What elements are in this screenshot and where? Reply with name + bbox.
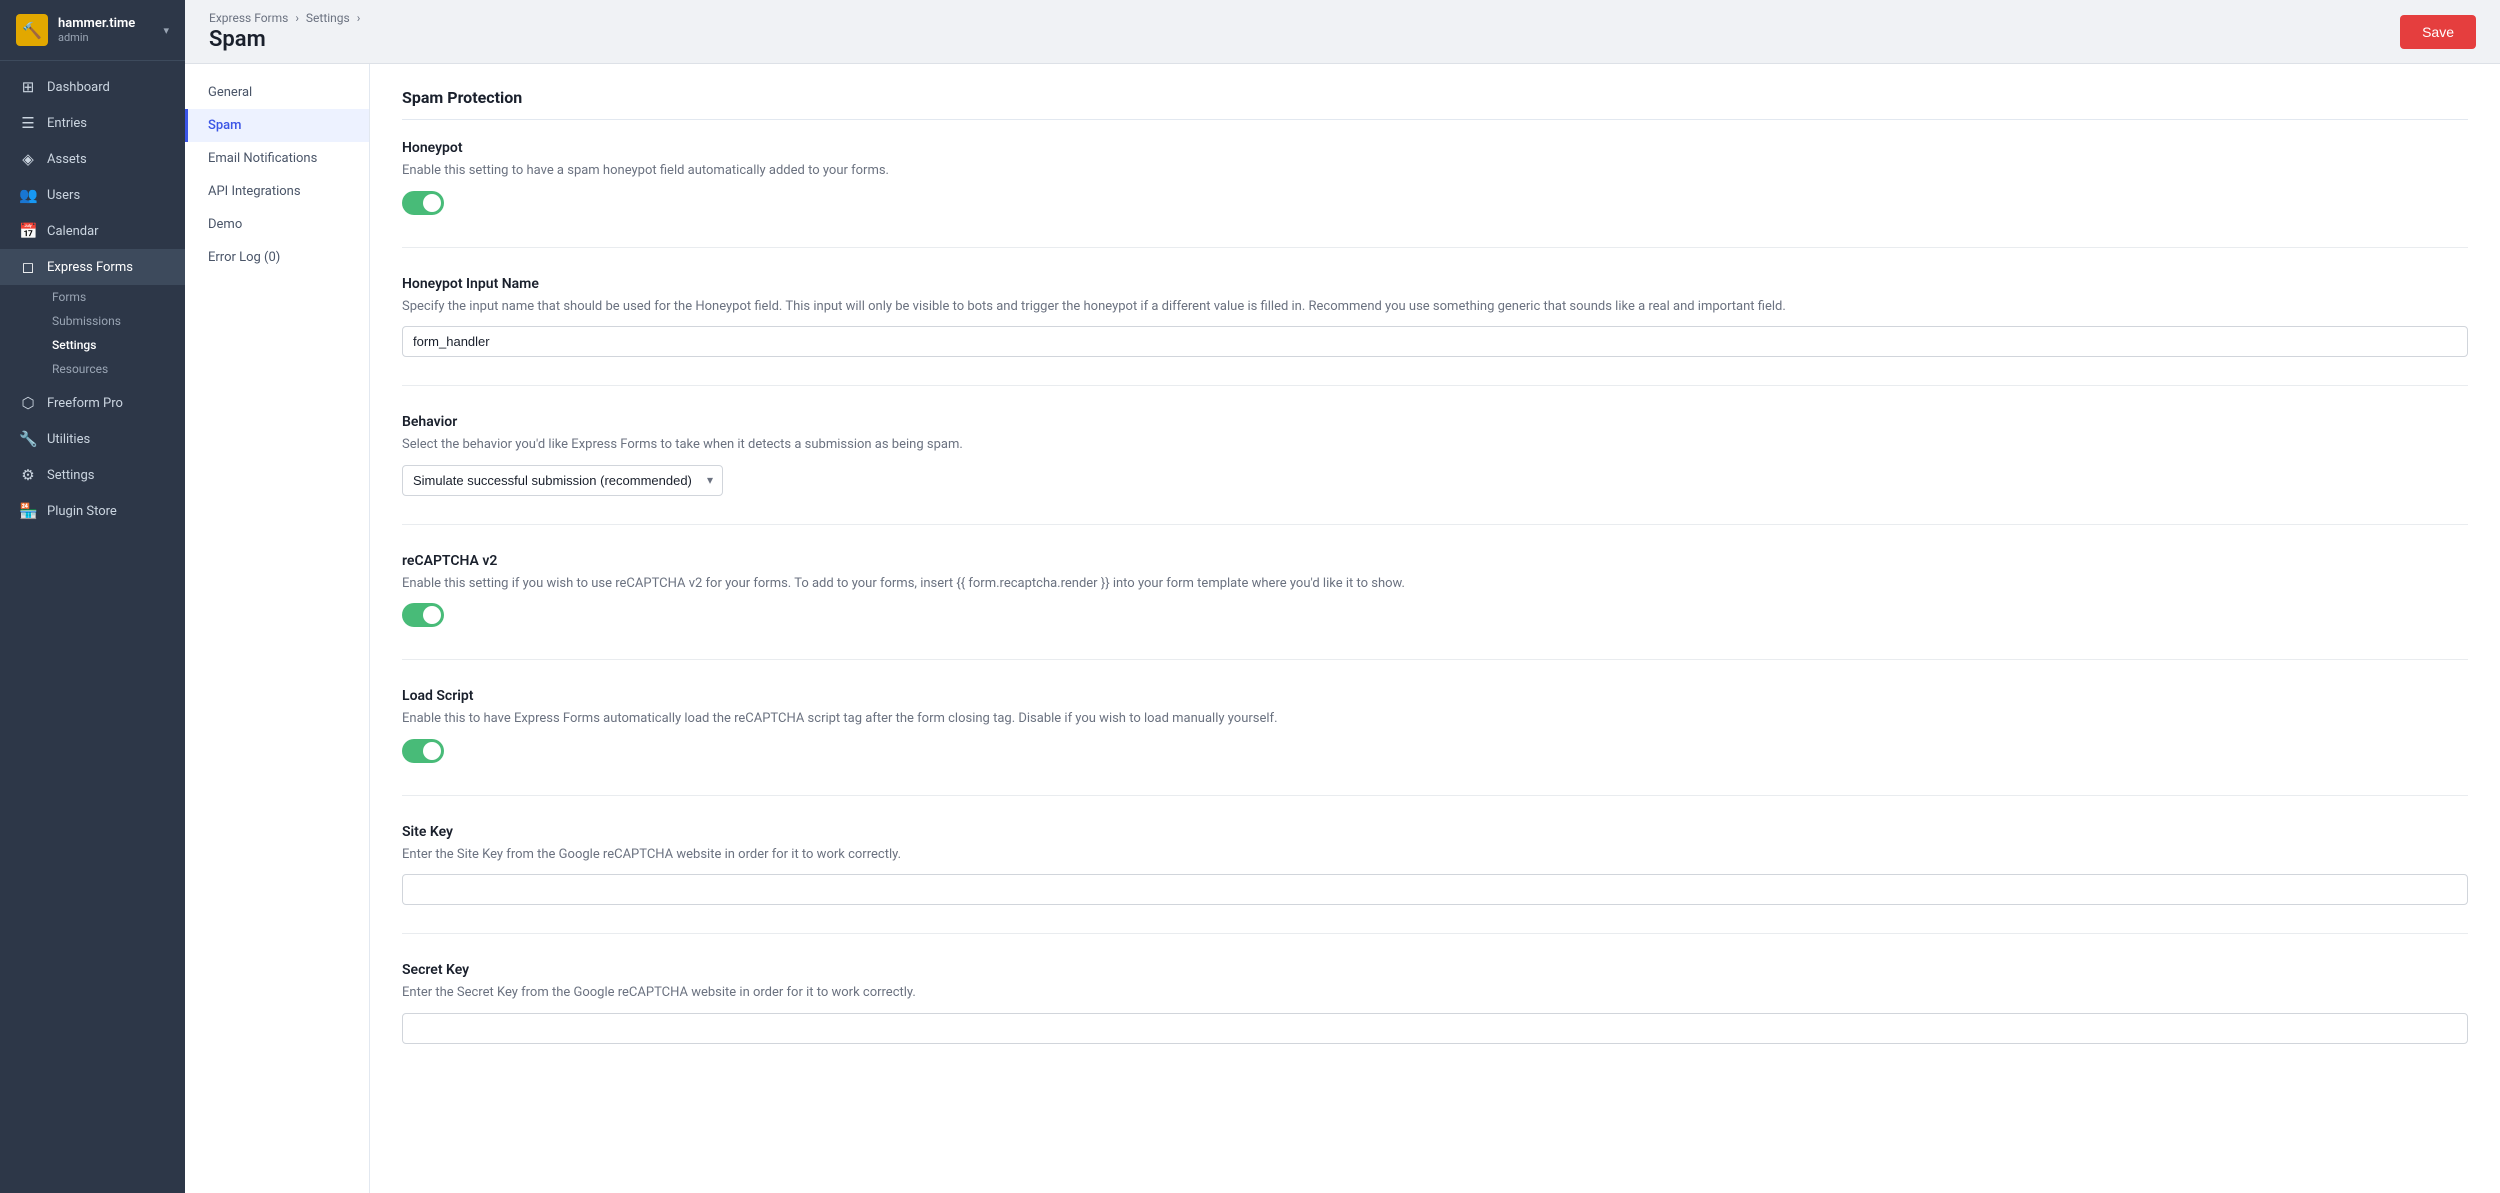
sidebar-item-express-forms[interactable]: ◻ Express Forms	[0, 249, 185, 285]
settings-panel: Spam Protection Honeypot Enable this set…	[370, 64, 2500, 1193]
sub-nav-demo[interactable]: Demo	[185, 208, 369, 241]
sidebar-item-label: Plugin Store	[47, 504, 117, 519]
sidebar-item-label: Utilities	[47, 432, 90, 447]
sub-nav-general[interactable]: General	[185, 76, 369, 109]
entries-icon: ☰	[19, 114, 37, 132]
subnav-item-forms[interactable]: Forms	[44, 285, 185, 309]
recaptcha-label: reCAPTCHA v2	[402, 553, 2468, 569]
site-key-label: Site Key	[402, 824, 2468, 840]
honeypot-input-name-desc: Specify the input name that should be us…	[402, 297, 2468, 317]
sidebar-item-utilities[interactable]: 🔧 Utilities	[0, 421, 185, 457]
site-key-field[interactable]	[402, 874, 2468, 905]
recaptcha-desc: Enable this setting if you wish to use r…	[402, 574, 2468, 594]
express-forms-icon: ◻	[19, 258, 37, 276]
main-area: Express Forms › Settings › Spam Save Gen…	[185, 0, 2500, 1193]
recaptcha-slider	[402, 603, 444, 627]
sidebar-item-label: Users	[47, 188, 80, 203]
secret-key-label: Secret Key	[402, 962, 2468, 978]
recaptcha-toggle[interactable]	[402, 603, 444, 627]
sub-nav-error-log[interactable]: Error Log (0)	[185, 241, 369, 274]
settings-icon: ⚙	[19, 466, 37, 484]
sidebar-item-label: Settings	[47, 468, 94, 483]
sidebar-item-freeform-pro[interactable]: ⬡ Freeform Pro	[0, 385, 185, 421]
brand-chevron-icon: ▾	[163, 24, 169, 37]
load-script-desc: Enable this to have Express Forms automa…	[402, 709, 2468, 729]
subnav-item-resources[interactable]: Resources	[44, 357, 185, 381]
sub-sidebar: General Spam Email Notifications API Int…	[185, 64, 370, 1193]
sub-nav-spam[interactable]: Spam	[185, 109, 369, 142]
load-script-group: Load Script Enable this to have Express …	[402, 688, 2468, 796]
sidebar-item-entries[interactable]: ☰ Entries	[0, 105, 185, 141]
sidebar-item-assets[interactable]: ◈ Assets	[0, 141, 185, 177]
sidebar-item-label: Express Forms	[47, 260, 133, 275]
honeypot-label: Honeypot	[402, 140, 2468, 156]
sidebar-item-calendar[interactable]: 📅 Calendar	[0, 213, 185, 249]
honeypot-group: Honeypot Enable this setting to have a s…	[402, 140, 2468, 248]
users-icon: 👥	[19, 186, 37, 204]
honeypot-toggle[interactable]	[402, 191, 444, 215]
sidebar-item-dashboard[interactable]: ⊞ Dashboard	[0, 69, 185, 105]
sidebar-item-label: Calendar	[47, 224, 99, 239]
brand-logo: 🔨	[16, 14, 48, 46]
main-nav: ⊞ Dashboard ☰ Entries ◈ Assets 👥 Users 📅…	[0, 61, 185, 1193]
subnav-item-settings[interactable]: Settings	[44, 333, 185, 357]
plugin-store-icon: 🏪	[19, 502, 37, 520]
content-area: General Spam Email Notifications API Int…	[185, 64, 2500, 1193]
sidebar-item-settings[interactable]: ⚙ Settings	[0, 457, 185, 493]
breadcrumb-express-forms[interactable]: Express Forms	[209, 11, 288, 25]
assets-icon: ◈	[19, 150, 37, 168]
topbar: Express Forms › Settings › Spam Save	[185, 0, 2500, 64]
save-button[interactable]: Save	[2400, 15, 2476, 49]
load-script-label: Load Script	[402, 688, 2468, 704]
site-key-desc: Enter the Site Key from the Google reCAP…	[402, 845, 2468, 865]
honeypot-input-name-field[interactable]	[402, 326, 2468, 357]
secret-key-field[interactable]	[402, 1013, 2468, 1044]
behavior-select-wrapper: Simulate successful submission (recommen…	[402, 465, 723, 496]
dashboard-icon: ⊞	[19, 78, 37, 96]
freeform-icon: ⬡	[19, 394, 37, 412]
sidebar-item-label: Dashboard	[47, 80, 110, 95]
breadcrumb-separator2: ›	[357, 11, 361, 25]
behavior-label: Behavior	[402, 414, 2468, 430]
sub-nav-api-integrations[interactable]: API Integrations	[185, 175, 369, 208]
recaptcha-group: reCAPTCHA v2 Enable this setting if you …	[402, 553, 2468, 661]
sidebar-item-label: Assets	[47, 152, 87, 167]
brand-sub: admin	[58, 31, 135, 44]
section-title: Spam Protection	[402, 88, 2468, 120]
sidebar: 🔨 hammer.time admin ▾ ⊞ Dashboard ☰ Entr…	[0, 0, 185, 1193]
site-key-group: Site Key Enter the Site Key from the Goo…	[402, 824, 2468, 935]
page-title: Spam	[209, 27, 364, 52]
behavior-desc: Select the behavior you'd like Express F…	[402, 435, 2468, 455]
calendar-icon: 📅	[19, 222, 37, 240]
load-script-toggle[interactable]	[402, 739, 444, 763]
behavior-group: Behavior Select the behavior you'd like …	[402, 414, 2468, 525]
behavior-select[interactable]: Simulate successful submission (recommen…	[402, 465, 723, 496]
brand-header[interactable]: 🔨 hammer.time admin ▾	[0, 0, 185, 61]
secret-key-desc: Enter the Secret Key from the Google reC…	[402, 983, 2468, 1003]
honeypot-slider	[402, 191, 444, 215]
brand-name: hammer.time	[58, 16, 135, 31]
breadcrumb-separator: ›	[295, 11, 302, 25]
breadcrumb-settings[interactable]: Settings	[306, 11, 350, 25]
breadcrumb: Express Forms › Settings ›	[209, 11, 364, 25]
secret-key-group: Secret Key Enter the Secret Key from the…	[402, 962, 2468, 1072]
subnav-item-submissions[interactable]: Submissions	[44, 309, 185, 333]
honeypot-input-name-group: Honeypot Input Name Specify the input na…	[402, 276, 2468, 387]
sub-nav-email-notifications[interactable]: Email Notifications	[185, 142, 369, 175]
honeypot-desc: Enable this setting to have a spam honey…	[402, 161, 2468, 181]
sidebar-item-label: Entries	[47, 116, 87, 131]
utilities-icon: 🔧	[19, 430, 37, 448]
sidebar-item-plugin-store[interactable]: 🏪 Plugin Store	[0, 493, 185, 529]
express-forms-subnav: Forms Submissions Settings Resources	[0, 285, 185, 385]
honeypot-input-name-label: Honeypot Input Name	[402, 276, 2468, 292]
sidebar-item-users[interactable]: 👥 Users	[0, 177, 185, 213]
load-script-slider	[402, 739, 444, 763]
sidebar-item-label: Freeform Pro	[47, 396, 123, 411]
